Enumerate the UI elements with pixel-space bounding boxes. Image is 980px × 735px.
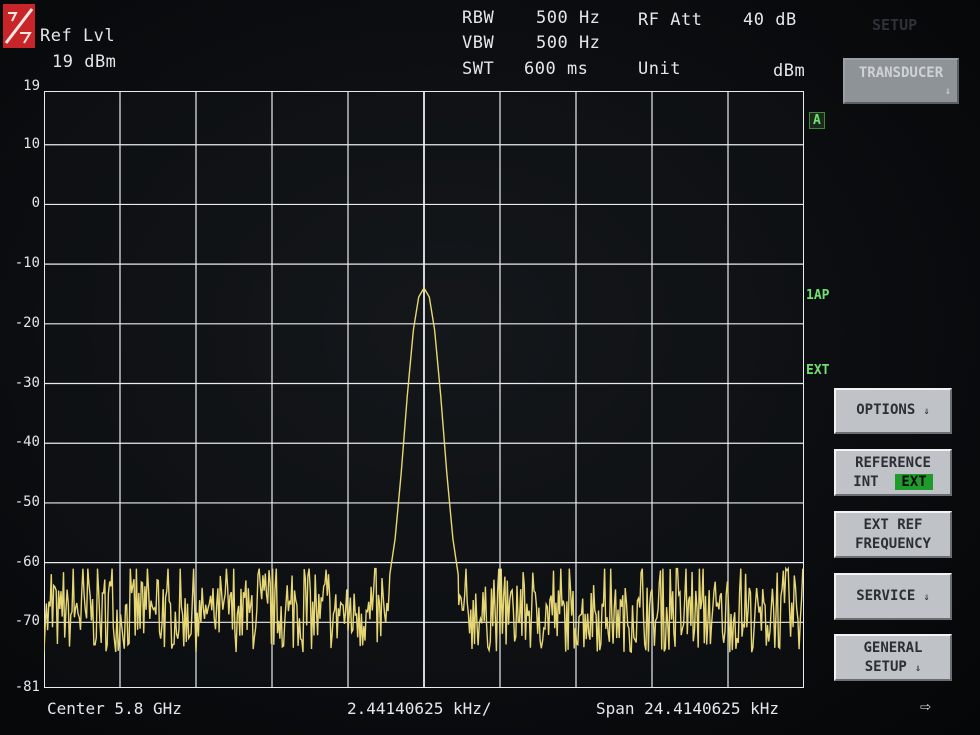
y-tick-label: -70 [14, 613, 40, 630]
ref-level-value: 19 dBm [52, 52, 117, 72]
general-setup-softkey[interactable]: GENERAL SETUP ⇓ [834, 634, 952, 681]
y-tick-label: -30 [14, 374, 40, 391]
menu-arrow-icon: ⇓ [915, 663, 922, 674]
ext-ref-frequency-softkey[interactable]: EXT REF FREQUENCY [834, 511, 952, 558]
rf-att-value: 40 dB [743, 10, 797, 30]
setup-menu-title: SETUP [872, 16, 918, 34]
analyzer-screen: Ref Lvl 19 dBm RBW 500 Hz VBW 500 Hz SWT… [0, 0, 980, 735]
options-label: OPTIONS [856, 402, 916, 418]
y-tick-label: -81 [14, 679, 40, 695]
general-label: GENERAL [863, 640, 923, 656]
rbw-value: 500 Hz [536, 8, 601, 28]
menu-arrow-icon: ⇓ [944, 86, 951, 97]
rohde-schwarz-logo [3, 4, 35, 48]
setup-label: SETUP [864, 659, 907, 675]
unit-value: dBm [773, 61, 806, 81]
swt-label: SWT [462, 59, 495, 79]
reference-int-option: INT [853, 474, 879, 490]
y-tick-label: 10 [23, 135, 40, 152]
y-tick-label: -20 [14, 314, 40, 331]
transducer-label: TRANSDUCER [858, 65, 944, 81]
menu-arrow-icon: ⇓ [923, 406, 930, 417]
trace-indicator: A [809, 112, 825, 129]
center-frequency: Center 5.8 GHz [47, 699, 182, 718]
transducer-softkey[interactable]: TRANSDUCER ⇓ [843, 58, 959, 104]
vbw-label: VBW [462, 33, 495, 53]
detector-indicator: 1AP [806, 288, 830, 303]
y-tick-label: -50 [14, 493, 40, 510]
y-tick-label: -60 [14, 553, 40, 570]
swt-value: 600 ms [524, 59, 589, 79]
reference-ext-option: EXT [895, 474, 933, 490]
menu-arrow-icon: ⇓ [923, 592, 930, 603]
y-tick-label: -40 [14, 434, 40, 451]
service-label: SERVICE [856, 588, 916, 604]
y-tick-label: 19 [23, 78, 40, 94]
ext-indicator: EXT [806, 363, 830, 378]
y-tick-label: -10 [14, 255, 40, 272]
rf-att-label: RF Att [638, 10, 703, 30]
next-page-arrow-icon[interactable]: ⇨ [920, 696, 931, 717]
service-softkey[interactable]: SERVICE ⇓ [834, 573, 952, 620]
ext-ref-label: EXT REF [863, 517, 923, 533]
spectrum-plot [44, 91, 804, 688]
frequency-span: Span 24.4140625 kHz [596, 699, 780, 718]
reference-label: REFERENCE [855, 455, 931, 471]
frequency-per-division: 2.44140625 kHz/ [347, 699, 492, 718]
vbw-value: 500 Hz [536, 33, 601, 53]
reference-softkey[interactable]: REFERENCE INT EXT [834, 449, 952, 496]
options-softkey[interactable]: OPTIONS ⇓ [834, 388, 952, 434]
frequency-label: FREQUENCY [855, 536, 931, 552]
y-tick-label: 0 [31, 195, 40, 212]
ref-level-label: Ref Lvl [40, 26, 116, 46]
rbw-label: RBW [462, 8, 495, 28]
unit-label: Unit [638, 59, 681, 79]
